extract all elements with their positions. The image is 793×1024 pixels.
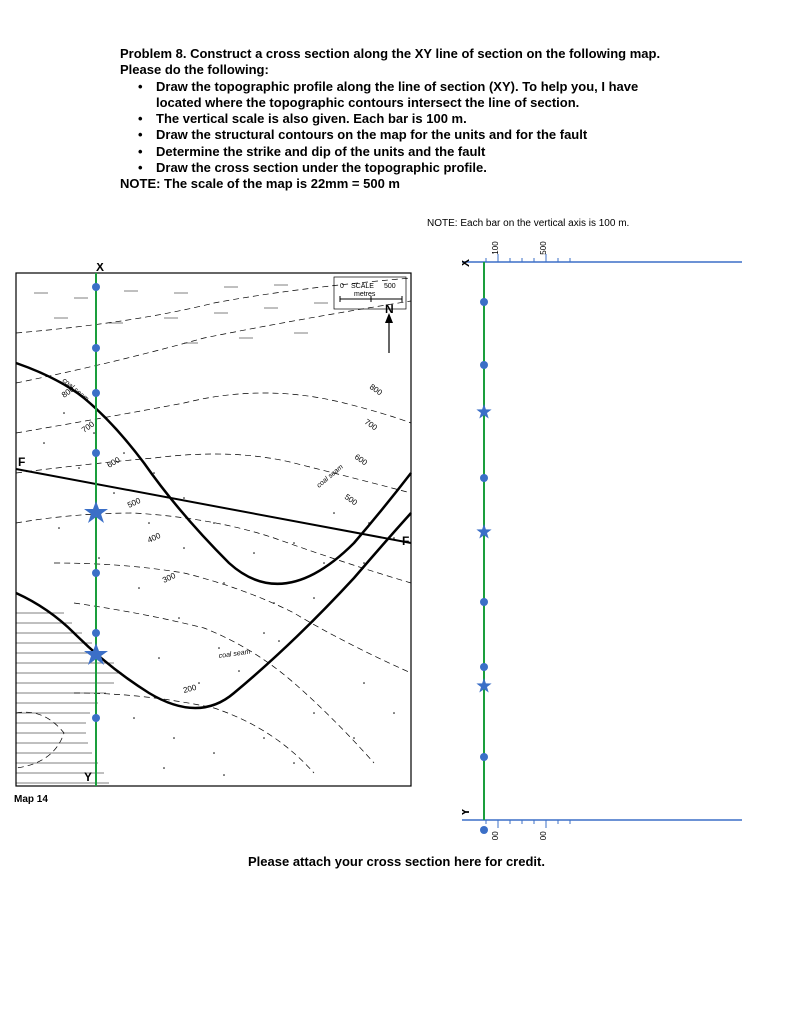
contour-label: 500: [343, 492, 360, 507]
x-label: X: [96, 263, 104, 274]
bullet-item: Draw the topographic profile along the l…: [156, 79, 680, 112]
scale-label: SCALE: [351, 283, 374, 290]
problem-text: Problem 8. Construct a cross section alo…: [120, 46, 680, 192]
map-label: Map 14: [14, 794, 48, 805]
contour-label: 500: [126, 496, 142, 510]
marker-dot: [480, 753, 488, 761]
attach-note: Please attach your cross section here fo…: [0, 854, 793, 869]
marker-dot: [480, 663, 488, 671]
lead-text: Please do the following:: [120, 62, 680, 78]
marker-dot: [480, 361, 488, 369]
vertical-note: NOTE: Each bar on the vertical axis is 1…: [427, 218, 629, 229]
scale-units: metres: [354, 291, 376, 298]
scale-max: 500: [384, 283, 396, 290]
fault-label-right: F: [402, 534, 409, 548]
marker-dot: [480, 298, 488, 306]
contour-label: 400: [146, 531, 162, 545]
axis-tick-label: 500: [539, 831, 548, 840]
marker-dot: [480, 474, 488, 482]
contour-label: 300: [161, 571, 177, 585]
marker-dot: [480, 826, 488, 834]
axis-tick-label: 100: [491, 241, 500, 255]
contour-label: 600: [353, 452, 370, 467]
bullet-item: The vertical scale is also given. Each b…: [156, 111, 680, 127]
unit-label: coal seam: [218, 649, 251, 660]
fault-label-left: F: [18, 455, 25, 469]
bullet-item: Draw the structural contours on the map …: [156, 127, 680, 143]
y-label: Y: [84, 770, 92, 784]
scale-note: NOTE: The scale of the map is 22mm = 500…: [120, 176, 680, 192]
axis-tick-label: 100: [491, 831, 500, 840]
marker-dot: [480, 598, 488, 606]
unit-label: coal seam: [316, 464, 345, 490]
profile-x-label: X: [462, 259, 472, 267]
bullet-item: Determine the strike and dip of the unit…: [156, 144, 680, 160]
contour-label: 200: [182, 683, 198, 695]
contour-label: 700: [363, 417, 380, 432]
scale-zero: 0: [340, 283, 344, 290]
cross-section-template: 100 500 100 500 X Y: [462, 240, 742, 830]
contour-label: 600: [106, 455, 123, 470]
geologic-map: X Y SCALE metres 0 500 N: [14, 263, 414, 803]
bullet-item: Draw the cross section under the topogra…: [156, 160, 680, 176]
contour-label: 800: [368, 382, 385, 397]
axis-tick-label: 500: [539, 241, 548, 255]
profile-y-label: Y: [462, 808, 472, 816]
problem-title: Problem 8. Construct a cross section alo…: [120, 46, 680, 62]
